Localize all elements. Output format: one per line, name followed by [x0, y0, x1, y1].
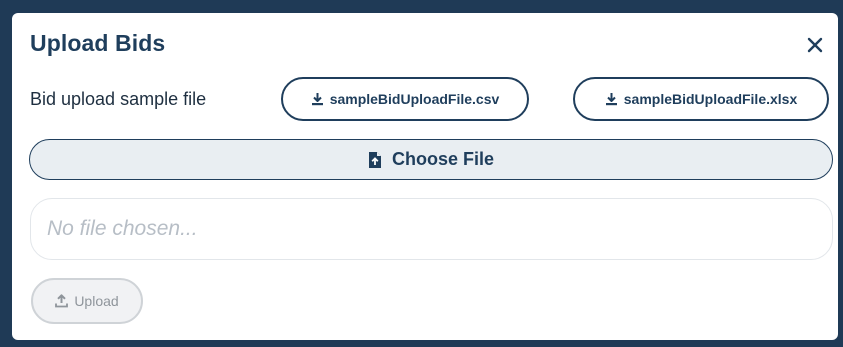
- choose-file-button[interactable]: Choose File: [29, 139, 833, 180]
- download-csv-label: sampleBidUploadFile.csv: [329, 91, 500, 107]
- file-name-field[interactable]: No file chosen...: [30, 198, 833, 260]
- sample-file-label: Bid upload sample file: [30, 89, 207, 109]
- download-csv-sample-button[interactable]: sampleBidUploadFile.csv: [281, 77, 529, 121]
- close-icon: [807, 37, 823, 53]
- download-xlsx-label: sampleBidUploadFile.xlsx: [623, 91, 798, 107]
- upload-bids-modal: Upload Bids Bid upload sample file sampl…: [12, 13, 838, 340]
- modal-title: Upload Bids: [30, 30, 166, 56]
- upload-icon: [55, 294, 69, 308]
- download-icon: [605, 92, 618, 106]
- upload-button[interactable]: Upload: [31, 278, 143, 324]
- download-icon: [311, 92, 324, 106]
- file-upload-icon: [368, 151, 382, 169]
- choose-file-label: Choose File: [391, 149, 494, 169]
- upload-label: Upload: [74, 293, 119, 309]
- close-button[interactable]: [802, 32, 828, 58]
- download-xlsx-sample-button[interactable]: sampleBidUploadFile.xlsx: [573, 77, 829, 121]
- file-name-placeholder: No file chosen...: [47, 217, 198, 240]
